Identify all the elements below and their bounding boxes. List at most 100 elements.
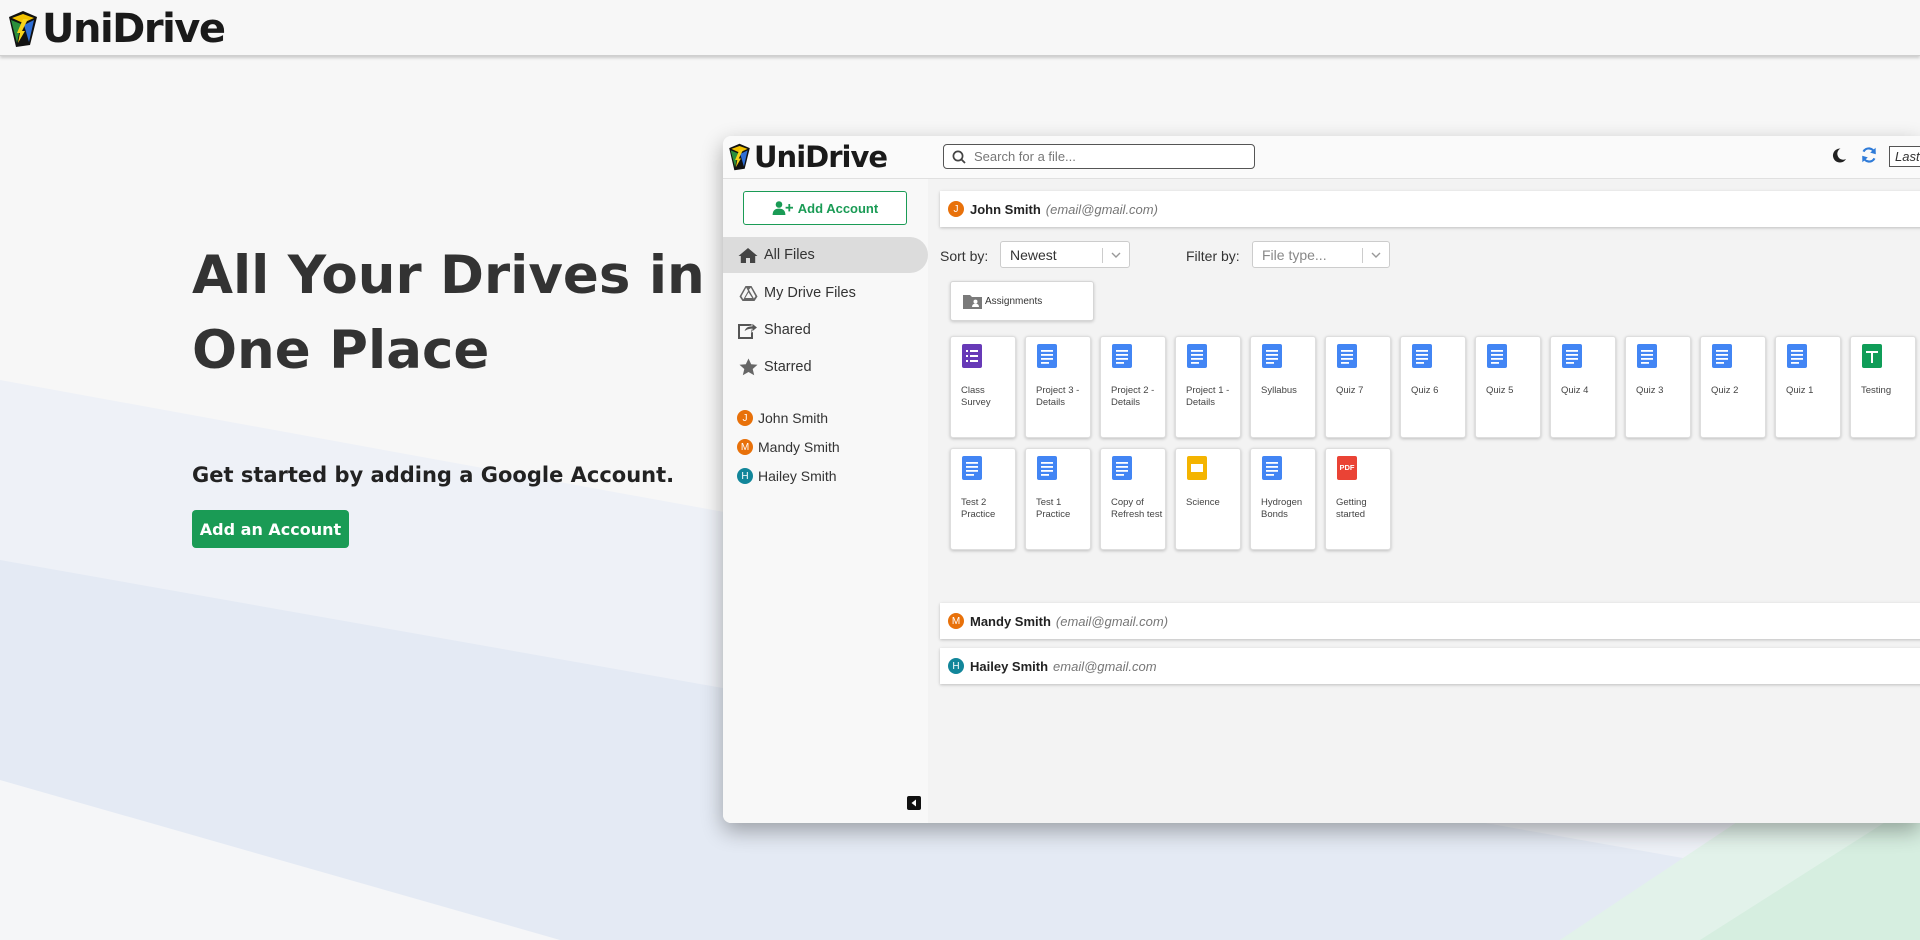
filter-label: Filter by: xyxy=(1186,248,1240,264)
collapse-sidebar-button[interactable] xyxy=(907,796,921,810)
sidebar-account-name: Mandy Smith xyxy=(758,439,840,455)
document-icon xyxy=(1261,343,1283,374)
avatar: M xyxy=(948,613,964,629)
unidrive-logo-icon xyxy=(729,143,750,171)
file-card[interactable]: Class Survey xyxy=(950,336,1016,438)
add-an-account-button[interactable]: Add an Account xyxy=(192,510,349,548)
account-name: John Smith xyxy=(970,201,1041,217)
file-card[interactable]: Quiz 6 xyxy=(1400,336,1466,438)
brand-name: UniDrive xyxy=(42,6,226,52)
file-card[interactable]: Quiz 4 xyxy=(1550,336,1616,438)
sidebar-account-mandy-smith[interactable]: M Mandy Smith xyxy=(737,436,840,458)
spreadsheet-icon xyxy=(1861,343,1883,374)
file-name: Quiz 7 xyxy=(1336,385,1364,396)
sidebar-item-shared[interactable]: Shared xyxy=(723,312,928,348)
sidebar-item-label: My Drive Files xyxy=(764,285,856,301)
file-name: Quiz 4 xyxy=(1561,385,1589,396)
file-card[interactable]: Test 1 Practice xyxy=(1025,448,1091,550)
sidebar: Add Account All Files My Drive Files Sha… xyxy=(723,179,928,823)
collapse-left-icon xyxy=(911,799,916,807)
file-name: Test 2 Practice xyxy=(961,497,996,520)
account-header-hailey-smith[interactable]: H Hailey Smith email@gmail.com xyxy=(940,648,1920,684)
slides-icon xyxy=(1186,455,1208,486)
add-account-button[interactable]: Add Account xyxy=(743,191,907,225)
add-account-label: Add Account xyxy=(797,200,879,216)
document-icon xyxy=(1336,343,1358,374)
avatar: J xyxy=(948,201,964,217)
hero-title-line1: All Your Drives in xyxy=(192,245,705,306)
hero-title: All Your Drives in One Place xyxy=(192,238,732,388)
filter-placeholder: File type... xyxy=(1262,246,1327,263)
main-content: J John Smith (email@gmail.com) Sort by: … xyxy=(928,179,1920,823)
sidebar-item-all-files[interactable]: All Files xyxy=(723,237,928,273)
file-card[interactable]: Project 2 - Details xyxy=(1100,336,1166,438)
search-input[interactable] xyxy=(972,148,1246,165)
account-name: Hailey Smith xyxy=(970,658,1049,674)
file-name: Project 1 - Details xyxy=(1186,385,1230,408)
preview-brand-logo[interactable]: UniDrive xyxy=(727,140,888,174)
file-name: Testing xyxy=(1861,385,1892,396)
pdf-icon: PDF xyxy=(1336,455,1358,486)
filter-select[interactable]: File type... xyxy=(1252,241,1390,268)
file-name: Project 3 - Details xyxy=(1036,385,1080,408)
document-icon xyxy=(1486,343,1508,374)
file-card[interactable]: Testing xyxy=(1850,336,1916,438)
select-separator xyxy=(1102,248,1103,263)
file-name: Hydrogen Bonds xyxy=(1261,497,1303,520)
file-name: Getting started xyxy=(1336,497,1367,520)
document-icon xyxy=(1261,455,1283,486)
document-icon xyxy=(1711,343,1733,374)
file-card[interactable]: Test 2 Practice xyxy=(950,448,1016,550)
account-name: Mandy Smith xyxy=(970,613,1051,629)
unidrive-logo-icon xyxy=(9,11,37,47)
document-icon xyxy=(1111,455,1133,486)
sort-label: Sort by: xyxy=(940,248,989,264)
file-card[interactable]: Hydrogen Bonds xyxy=(1250,448,1316,550)
file-card[interactable]: Science xyxy=(1175,448,1241,550)
sidebar-item-my-drive-files[interactable]: My Drive Files xyxy=(723,275,928,311)
document-icon xyxy=(1036,455,1058,486)
file-card[interactable]: PDF Getting started xyxy=(1325,448,1391,550)
refresh-icon[interactable] xyxy=(1860,146,1878,164)
account-header-john-smith[interactable]: J John Smith (email@gmail.com) xyxy=(940,191,1920,227)
file-card[interactable]: Quiz 2 xyxy=(1700,336,1766,438)
svg-text:PDF: PDF xyxy=(1340,463,1355,472)
home-icon xyxy=(737,247,759,264)
sidebar-account-name: John Smith xyxy=(758,410,829,426)
account-header-mandy-smith[interactable]: M Mandy Smith (email@gmail.com) xyxy=(940,603,1920,639)
file-card[interactable]: Project 3 - Details xyxy=(1025,336,1091,438)
file-name: Quiz 2 xyxy=(1711,385,1739,396)
hero-title-line2: One Place xyxy=(192,320,490,381)
file-card[interactable]: Quiz 5 xyxy=(1475,336,1541,438)
file-card[interactable]: Quiz 7 xyxy=(1325,336,1391,438)
sidebar-account-john-smith[interactable]: J John Smith xyxy=(737,407,828,429)
sidebar-account-hailey-smith[interactable]: H Hailey Smith xyxy=(737,465,837,487)
account-email: (email@gmail.com) xyxy=(1055,613,1169,629)
file-name: Quiz 6 xyxy=(1411,385,1439,396)
file-card[interactable]: Project 1 - Details xyxy=(1175,336,1241,438)
file-name: Quiz 3 xyxy=(1636,385,1664,396)
search-box[interactable] xyxy=(943,144,1255,169)
search-icon xyxy=(952,150,966,164)
dark-mode-moon-icon[interactable] xyxy=(1831,147,1847,164)
file-card[interactable]: Quiz 1 xyxy=(1775,336,1841,438)
folder-item[interactable]: Assignments xyxy=(950,281,1094,321)
last-button[interactable]: Last xyxy=(1889,146,1920,167)
sidebar-item-label: Starred xyxy=(764,359,812,375)
file-name: Class Survey xyxy=(961,385,991,408)
chevron-down-icon xyxy=(1371,252,1381,258)
sidebar-item-starred[interactable]: Starred xyxy=(723,349,928,385)
preview-brand-name: UniDrive xyxy=(754,140,888,174)
document-icon xyxy=(1636,343,1658,374)
file-card[interactable]: Syllabus xyxy=(1250,336,1316,438)
file-name: Test 1 Practice xyxy=(1036,497,1071,520)
file-card[interactable]: Quiz 3 xyxy=(1625,336,1691,438)
brand-logo[interactable]: UniDrive xyxy=(6,6,226,52)
app-preview: UniDrive Last Add A xyxy=(723,136,1920,823)
star-icon xyxy=(737,358,759,376)
sort-select[interactable]: Newest xyxy=(1000,241,1130,268)
document-icon xyxy=(1186,343,1208,374)
file-card[interactable]: Copy of Refresh test xyxy=(1100,448,1166,550)
file-name: Copy of Refresh test xyxy=(1111,497,1163,520)
file-name: Project 2 - Details xyxy=(1111,385,1155,408)
